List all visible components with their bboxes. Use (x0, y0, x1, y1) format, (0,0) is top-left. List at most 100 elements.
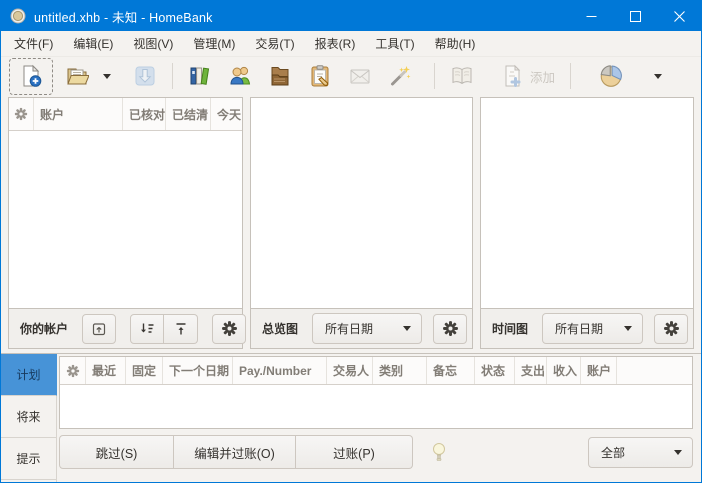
save-file-button[interactable] (125, 60, 165, 93)
manage-categories-button[interactable] (260, 60, 300, 93)
minimize-button[interactable] (569, 1, 613, 31)
reports-button[interactable] (590, 60, 632, 93)
ledger-book-icon (452, 67, 472, 85)
tab-tips[interactable]: 提示 (1, 438, 57, 480)
menu-view[interactable]: 视图(V) (123, 31, 183, 56)
overview-daterange-value: 所有日期 (325, 322, 374, 336)
toolbar: 添加 (1, 57, 701, 95)
main-panes: 账户 已核对 已结清 今天 你的帐户 总览图 所有日期 时间图 所有日期 (1, 95, 701, 353)
accounts-columns-gear-button[interactable] (9, 98, 34, 130)
save-icon (135, 66, 155, 86)
tabstrip-filler (1, 480, 57, 482)
accounts-column-today[interactable]: 今天 (211, 98, 242, 130)
manage-accounts-button[interactable] (180, 60, 220, 93)
reports-dropdown-button[interactable] (648, 60, 668, 93)
sched-column-late[interactable]: 最近 (86, 357, 126, 384)
menubar: 文件(F) 编辑(E) 视图(V) 管理(M) 交易(T) 报表(R) 工具(T… (1, 31, 701, 57)
magic-wand-icon (391, 66, 411, 86)
overview-settings-button[interactable] (433, 313, 467, 344)
sched-column-income[interactable]: 收入 (547, 357, 581, 384)
lightbulb-icon[interactable] (431, 442, 447, 462)
tab-scheduled[interactable]: 计划 (1, 354, 57, 396)
menu-edit[interactable]: 编辑(E) (63, 31, 123, 56)
scheduled-list-body (60, 385, 692, 428)
overview-footer: 总览图 所有日期 (251, 308, 472, 348)
maximize-icon (629, 10, 641, 22)
mail-button[interactable] (340, 60, 380, 93)
sched-column-fixed[interactable]: 固定 (126, 357, 163, 384)
scheduled-columns-gear-button[interactable] (60, 357, 86, 384)
close-icon (673, 10, 685, 22)
open-folder-icon (67, 68, 89, 85)
accounts-column-cleared[interactable]: 已结清 (166, 98, 211, 130)
menu-manage[interactable]: 管理(M) (183, 31, 245, 56)
chevron-down-icon (624, 326, 632, 331)
add-transaction-label: 添加 (530, 70, 556, 85)
bottom-tabstrip: 计划 将来 提示 (1, 354, 57, 482)
collapse-all-button[interactable] (164, 313, 199, 344)
scheduled-filter-dropdown[interactable]: 全部 (588, 436, 693, 468)
new-file-button[interactable] (9, 57, 53, 95)
homebank-window: untitled.xhb - 未知 - HomeBank 文件(F) 编辑(E)… (0, 0, 702, 483)
gear-icon (14, 107, 28, 121)
show-ledger-button[interactable] (442, 60, 482, 93)
sched-column-nextdate[interactable]: 下一个日期 (163, 357, 233, 384)
sched-column-payee[interactable]: 交易人 (327, 357, 373, 384)
time-daterange-dropdown[interactable]: 所有日期 (542, 313, 643, 344)
sched-column-paynumber[interactable]: Pay./Number (233, 357, 327, 384)
accounts-books-icon (190, 67, 210, 85)
window-title: untitled.xhb - 未知 - HomeBank (34, 10, 213, 25)
accounts-settings-button[interactable] (212, 313, 247, 344)
time-daterange-value: 所有日期 (555, 322, 604, 336)
manage-scheduled-button[interactable] (300, 60, 340, 93)
overview-daterange-dropdown[interactable]: 所有日期 (312, 313, 422, 344)
maximize-button[interactable] (613, 1, 657, 31)
post-button[interactable]: 过账(P) (296, 435, 413, 469)
time-panel: 时间图 所有日期 (480, 97, 694, 349)
time-settings-button[interactable] (654, 313, 688, 344)
overview-label: 总览图 (262, 322, 299, 336)
post-buttons-group: 跳过(S) 编辑并过账(O) 过账(P) (59, 435, 413, 469)
auto-assign-button[interactable] (380, 60, 420, 93)
close-button[interactable] (657, 1, 701, 31)
expand-all-button[interactable] (130, 313, 165, 344)
sched-column-expense[interactable]: 支出 (515, 357, 547, 384)
menu-transactions[interactable]: 交易(T) (245, 31, 304, 56)
collapse-all-icon (176, 322, 186, 334)
open-recent-dropdown-button[interactable] (97, 60, 117, 93)
toolbar-separator (570, 63, 572, 89)
sched-column-account[interactable]: 账户 (581, 357, 617, 384)
scheduled-filter-value: 全部 (601, 445, 626, 460)
scheduled-clipboard-icon (311, 65, 329, 87)
overview-panel: 总览图 所有日期 (250, 97, 473, 349)
skip-button[interactable]: 跳过(S) (59, 435, 174, 469)
menu-tools[interactable]: 工具(T) (365, 31, 424, 56)
minimize-icon (586, 15, 596, 17)
chevron-down-icon (103, 73, 111, 79)
edit-and-post-button[interactable]: 编辑并过账(O) (174, 435, 296, 469)
chevron-down-icon (654, 73, 663, 79)
menu-file[interactable]: 文件(F) (4, 31, 63, 56)
chevron-down-icon (403, 326, 411, 331)
accounts-column-account[interactable]: 账户 (34, 98, 123, 130)
scheduled-list: 最近 固定 下一个日期 Pay./Number 交易人 类别 备忘 状态 支出 … (59, 356, 693, 429)
scheduled-list-header: 最近 固定 下一个日期 Pay./Number 交易人 类别 备忘 状态 支出 … (60, 357, 692, 385)
accounts-column-reconciled[interactable]: 已核对 (123, 98, 166, 130)
accounts-panel: 账户 已核对 已结清 今天 你的帐户 (8, 97, 247, 349)
sched-column-filler (617, 357, 692, 384)
add-transaction-button[interactable]: 添加 (492, 60, 563, 93)
menu-reports[interactable]: 报表(R) (305, 31, 366, 56)
time-footer: 时间图 所有日期 (481, 308, 693, 348)
expand-all-icon (141, 323, 154, 333)
manage-payees-button[interactable] (220, 60, 260, 93)
accounts-list-body (9, 131, 242, 308)
homebank-app-icon (10, 8, 26, 24)
overview-chart-area (251, 98, 472, 308)
sched-column-memo[interactable]: 备忘 (427, 357, 475, 384)
sched-column-status[interactable]: 状态 (475, 357, 515, 384)
menu-help[interactable]: 帮助(H) (425, 31, 486, 56)
tab-future[interactable]: 将来 (1, 396, 57, 438)
sched-column-category[interactable]: 类别 (373, 357, 427, 384)
open-account-window-button[interactable] (82, 313, 117, 344)
open-file-button[interactable] (57, 60, 97, 93)
